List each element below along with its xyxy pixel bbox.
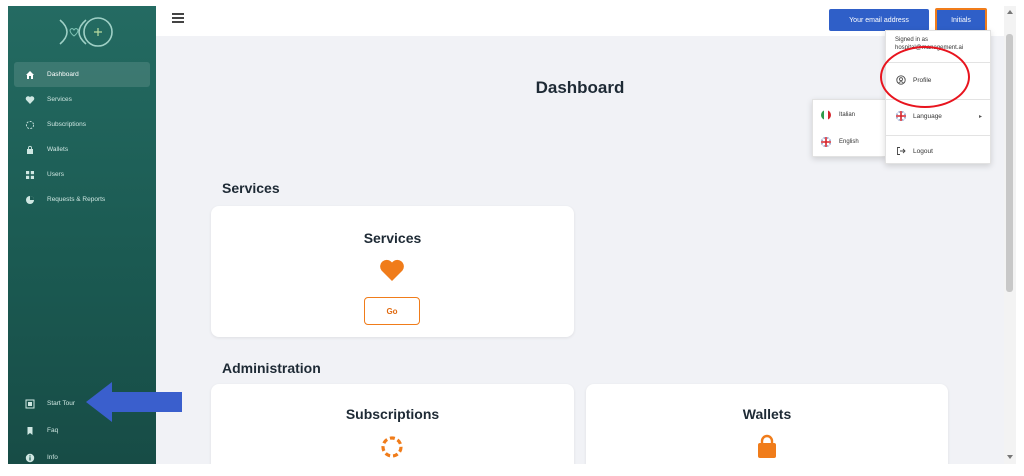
top-bar: Your email address Initials [156, 6, 1004, 36]
logout-icon [895, 146, 906, 157]
tour-icon [24, 398, 35, 409]
sidebar-item-info[interactable]: Info [14, 444, 150, 471]
sidebar-item-label: Start Tour [47, 400, 76, 407]
brand-logo [59, 17, 113, 47]
user-initials-button[interactable]: Initials [935, 8, 987, 32]
hamburger-menu-icon[interactable] [172, 13, 184, 25]
scrollbar-thumb[interactable] [1006, 34, 1013, 292]
heart-icon [24, 94, 35, 105]
sidebar-item-label: Dashboard [47, 71, 79, 78]
services-card: Services Go [211, 206, 574, 337]
page-scrollbar[interactable] [1004, 6, 1016, 464]
scroll-up-icon[interactable] [1006, 9, 1014, 15]
wallet-icon [24, 144, 35, 155]
language-option-label: Italian [839, 112, 856, 118]
info-icon [24, 452, 35, 463]
sidebar-item-label: Requests & Reports [47, 196, 106, 203]
annotation-arrow-icon [86, 382, 182, 422]
heart-icon [380, 259, 404, 281]
email-address-button[interactable]: Your email address [829, 9, 929, 31]
sidebar-item-subscriptions[interactable]: Subscriptions [14, 112, 150, 137]
card-title: Services [363, 230, 422, 246]
sidebar-item-label: Info [47, 454, 58, 461]
wallet-icon [758, 434, 776, 458]
section-title-administration: Administration [222, 360, 321, 376]
subscriptions-icon [381, 436, 403, 458]
italy-flag-icon [821, 110, 831, 120]
wallets-card: Wallets [586, 384, 948, 464]
uk-flag-icon [895, 111, 906, 122]
language-option-english[interactable]: English [813, 130, 885, 154]
sidebar-item-services[interactable]: Services [14, 87, 150, 112]
subscriptions-card: Subscriptions [211, 384, 574, 464]
subscriptions-icon [24, 119, 35, 130]
chevron-right-icon: ▸ [978, 113, 982, 120]
sidebar-item-label: Faq [47, 427, 59, 434]
signed-in-label: Signed in as [895, 37, 929, 43]
sidebar-item-wallets[interactable]: Wallets [14, 137, 150, 162]
sidebar-item-label: Services [47, 96, 72, 103]
section-title-services: Services [222, 180, 280, 196]
sidebar-item-requests-reports[interactable]: Requests & Reports [14, 187, 150, 212]
card-title: Subscriptions [345, 406, 440, 422]
sidebar-item-label: Users [47, 171, 64, 178]
menu-item-label: Language [913, 112, 942, 120]
card-title: Wallets [742, 406, 792, 422]
sidebar-item-dashboard[interactable]: Dashboard [14, 62, 150, 87]
menu-item-logout[interactable]: Logout [886, 137, 990, 165]
language-option-italian[interactable]: Italian [813, 103, 885, 127]
annotation-red-circle [880, 46, 970, 108]
main-content: Your email address Initials Dashboard Se… [156, 6, 1004, 464]
sidebar-nav: Dashboard Services Subscriptions Wallets… [14, 62, 150, 212]
sidebar-item-label: Wallets [47, 146, 69, 153]
sidebar-item-users[interactable]: Users [14, 162, 150, 187]
reports-icon [24, 194, 35, 205]
uk-flag-icon [821, 137, 831, 147]
scroll-down-icon[interactable] [1006, 454, 1014, 460]
menu-divider [886, 135, 990, 136]
home-icon [24, 69, 35, 80]
sidebar-item-label: Subscriptions [47, 121, 87, 128]
users-icon [24, 169, 35, 180]
page-title: Dashboard [535, 78, 625, 97]
language-submenu: Italian English [812, 99, 886, 157]
menu-item-label: Logout [913, 147, 933, 155]
language-option-label: English [839, 139, 859, 145]
services-go-button[interactable]: Go [364, 297, 420, 325]
bookmark-icon [24, 425, 35, 436]
